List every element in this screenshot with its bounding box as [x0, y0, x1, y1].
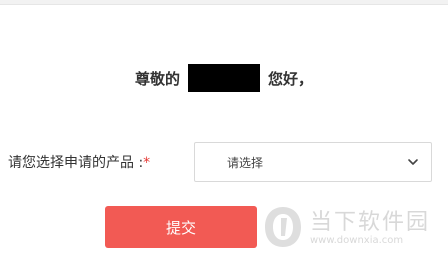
- redacted-username: [188, 64, 260, 92]
- watermark-brand: 当下软件园: [310, 210, 431, 235]
- watermark: 当下软件园 www.downxia.com: [262, 204, 448, 250]
- product-select[interactable]: 请选择: [194, 142, 432, 182]
- greeting-prefix: 尊敬的: [134, 69, 180, 88]
- product-label-text: 请您选择申请的产品 :: [8, 155, 144, 171]
- watermark-url: www.downxia.com: [310, 235, 404, 246]
- product-select-value: 请选择: [227, 156, 264, 170]
- product-label: 请您选择申请的产品 :*: [8, 152, 150, 172]
- downxia-logo-icon: [265, 207, 301, 247]
- required-mark: *: [143, 155, 151, 171]
- submit-button[interactable]: 提交: [105, 206, 257, 248]
- greeting-line: 尊敬的 您好，: [0, 64, 448, 92]
- greeting-suffix: 您好，: [268, 69, 314, 88]
- product-form-row: 请您选择申请的产品 :* 请选择: [0, 142, 448, 184]
- chevron-down-icon: [408, 159, 418, 165]
- top-divider: [0, 0, 448, 5]
